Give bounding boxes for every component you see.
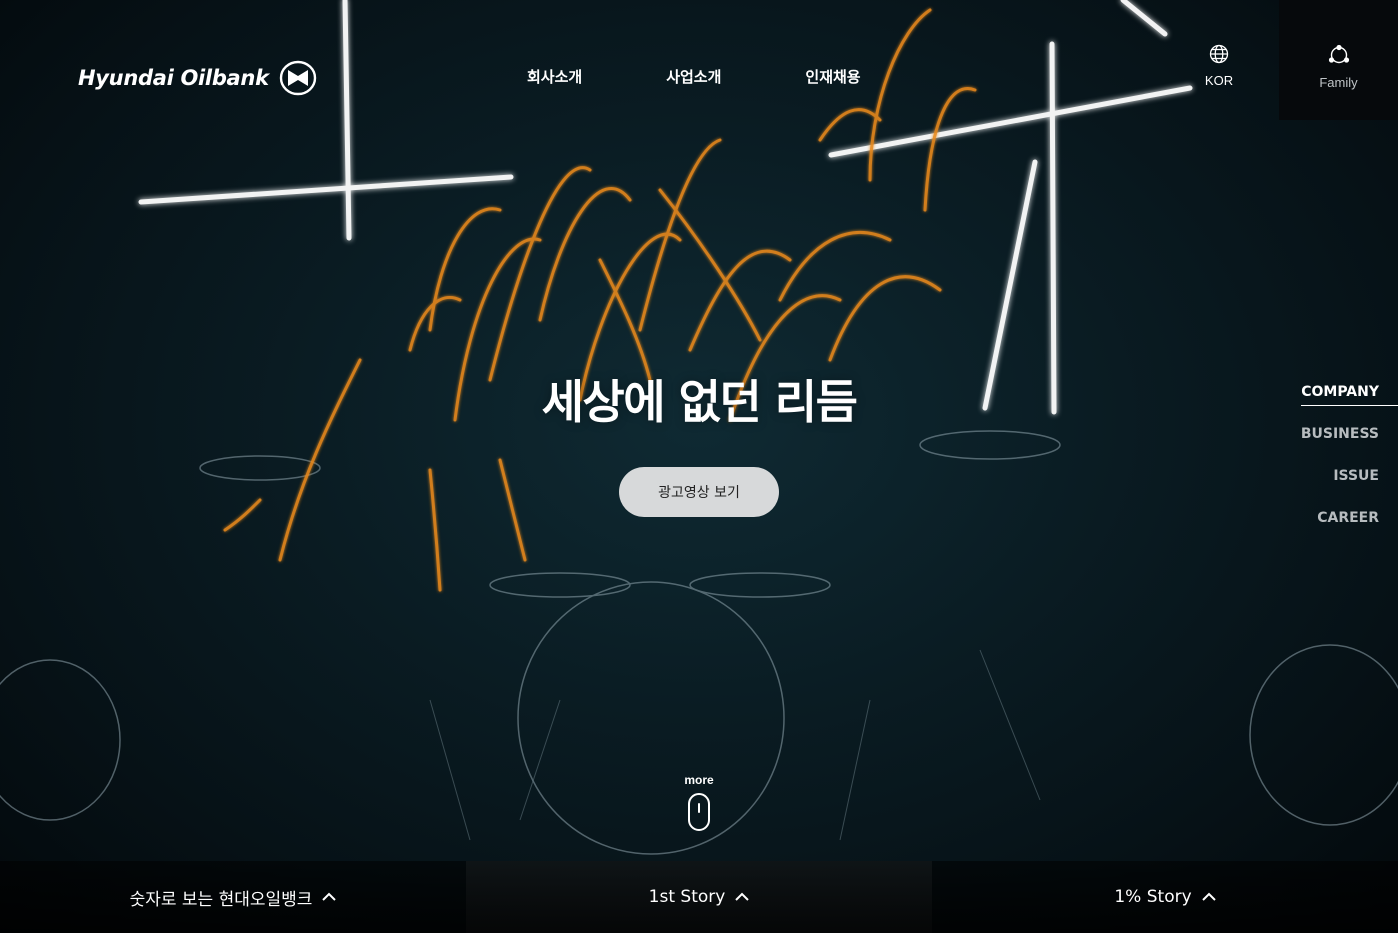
language-selector[interactable]: KOR <box>1196 44 1242 88</box>
gnb-item-company[interactable]: 회사소개 <box>527 66 582 87</box>
hyundai-oilbank-emblem-icon <box>279 60 316 96</box>
chevron-up-icon <box>735 892 750 901</box>
side-nav-label: COMPANY <box>1301 383 1398 406</box>
bottom-story-bar: 숫자로 보는 현대오일뱅크 1st Story 1% Story <box>0 861 1398 933</box>
bottom-tab-1-percent-story[interactable]: 1% Story <box>932 861 1398 933</box>
side-nav-career[interactable]: CAREER <box>1278 509 1398 551</box>
scroll-more-indicator[interactable]: more <box>679 773 719 831</box>
bottom-tab-1st-story[interactable]: 1st Story <box>466 861 932 933</box>
side-nav-label: CAREER <box>1317 510 1379 526</box>
side-nav-label: BUSINESS <box>1300 426 1379 442</box>
hero-section: Hyundai Oilbank 회사소개 사업소개 인재채용 KOR Famil… <box>0 0 1398 933</box>
section-side-navigation: COMPANY BUSINESS ISSUE CAREER <box>1278 383 1398 551</box>
brand-name: Hyundai Oilbank <box>78 66 269 90</box>
headline-bold: 리듬 <box>774 375 858 429</box>
language-label: KOR <box>1204 73 1234 88</box>
mouse-scroll-icon <box>688 793 710 831</box>
side-nav-issue[interactable]: ISSUE <box>1278 467 1398 509</box>
gnb-item-business[interactable]: 사업소개 <box>666 66 721 87</box>
watch-ad-video-button[interactable]: 광고영상 보기 <box>619 467 779 517</box>
globe-icon <box>1209 44 1229 64</box>
global-navigation: 회사소개 사업소개 인재채용 <box>527 66 861 87</box>
hero-headline: 세상에 없던 리듬 <box>0 366 1398 432</box>
bottom-tab-label: 숫자로 보는 현대오일뱅크 <box>129 889 313 910</box>
side-nav-business[interactable]: BUSINESS <box>1278 425 1398 467</box>
family-label: Family <box>1319 75 1358 90</box>
side-nav-label: ISSUE <box>1333 468 1379 484</box>
scroll-more-label: more <box>684 773 714 787</box>
bottom-tab-label: 1% Story <box>1114 887 1192 907</box>
chevron-up-icon <box>322 892 337 901</box>
family-site-button[interactable]: Family <box>1279 0 1398 120</box>
bottom-tab-label: 1st Story <box>648 887 726 907</box>
gnb-item-careers[interactable]: 인재채용 <box>805 66 860 87</box>
headline-regular: 세상에 없던 <box>541 375 775 429</box>
brand-logo[interactable]: Hyundai Oilbank <box>78 60 317 96</box>
bottom-tab-numbers[interactable]: 숫자로 보는 현대오일뱅크 <box>0 861 466 933</box>
family-network-icon <box>1328 44 1349 64</box>
side-nav-company[interactable]: COMPANY <box>1278 383 1398 425</box>
chevron-up-icon <box>1201 892 1216 901</box>
